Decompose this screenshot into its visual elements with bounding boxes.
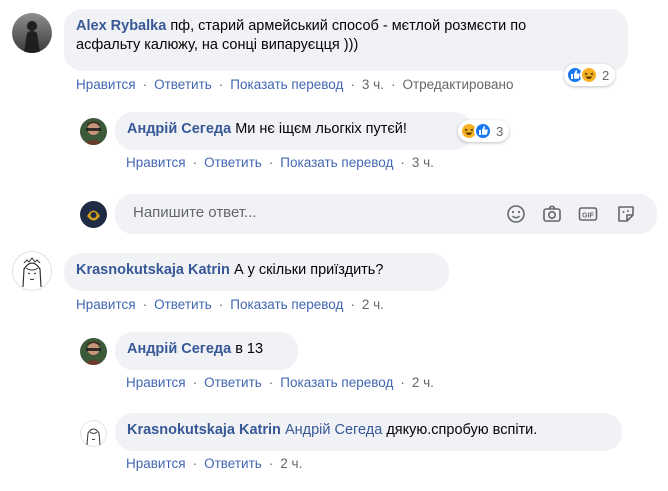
- comment-actions: Нравится · Ответить · Показать перевод · 3 ч.: [126, 155, 434, 170]
- like-button[interactable]: Нравится: [126, 155, 186, 170]
- reactions-summary[interactable]: 3: [458, 120, 510, 142]
- like-button[interactable]: Нравится: [76, 297, 136, 312]
- comment-author[interactable]: Krasnokutskaja Katrin: [76, 262, 230, 278]
- reply-button[interactable]: Ответить: [204, 456, 262, 471]
- comment-text: в 13: [235, 341, 264, 357]
- comment-bubble-katrin-reply: Krasnokutskaja Katrin Андрій Сегеда дяку…: [115, 413, 622, 451]
- comment-text: дякую.спробую вспіти.: [386, 422, 538, 438]
- like-button[interactable]: Нравится: [76, 77, 136, 92]
- avatar-krasnokutskaja-katrin[interactable]: [80, 420, 107, 447]
- edited-label[interactable]: Отредактировано: [402, 77, 513, 92]
- reply-button[interactable]: Ответить: [154, 77, 212, 92]
- mention-link[interactable]: Андрій Сегеда: [285, 422, 382, 438]
- comment-author[interactable]: Krasnokutskaja Katrin: [127, 422, 281, 438]
- translate-button[interactable]: Показать перевод: [230, 77, 343, 92]
- timestamp[interactable]: 3 ч.: [412, 155, 434, 170]
- reply-input[interactable]: Напишите ответ... GIF: [115, 194, 657, 234]
- like-reaction-icon: [474, 122, 492, 140]
- reply-placeholder: Напишите ответ...: [133, 204, 257, 221]
- comment-text: пф, старий армейський способ - мєтлой ро…: [170, 18, 527, 34]
- like-button[interactable]: Нравится: [126, 456, 186, 471]
- reply-button[interactable]: Ответить: [204, 155, 262, 170]
- comment-author[interactable]: Андрій Сегеда: [127, 341, 231, 357]
- avatar-krasnokutskaja-katrin[interactable]: [12, 251, 52, 291]
- translate-button[interactable]: Показать перевод: [280, 155, 393, 170]
- reply-button[interactable]: Ответить: [204, 375, 262, 390]
- comment-author[interactable]: Alex Rybalka: [76, 18, 166, 34]
- camera-icon[interactable]: [541, 203, 563, 225]
- avatar-alex-rybalka[interactable]: [12, 13, 52, 53]
- gif-icon[interactable]: GIF: [577, 203, 599, 225]
- comment-actions: Нравится · Ответить · Показать перевод · 2 ч.: [76, 297, 384, 312]
- timestamp[interactable]: 2 ч.: [362, 297, 384, 312]
- comment-text: А у скільки приїздить?: [233, 262, 384, 278]
- reactions-count: 2: [602, 67, 610, 83]
- reactions-summary[interactable]: 2: [564, 64, 616, 86]
- like-button[interactable]: Нравится: [126, 375, 186, 390]
- timestamp[interactable]: 3 ч.: [362, 77, 384, 92]
- timestamp[interactable]: 2 ч.: [280, 456, 302, 471]
- avatar-andrii-segeda[interactable]: [80, 338, 107, 365]
- avatar-andrii-segeda[interactable]: [80, 118, 107, 145]
- sticker-icon[interactable]: [615, 203, 637, 225]
- reply-button[interactable]: Ответить: [154, 297, 212, 312]
- timestamp[interactable]: 2 ч.: [412, 375, 434, 390]
- comment-text: асфальту калюжу, на сонці випаруєцця ))): [76, 37, 359, 53]
- translate-button[interactable]: Показать перевод: [230, 297, 343, 312]
- comment-text: Ми нє іщєм льогкіх путєй!: [235, 121, 407, 137]
- comment-bubble-andrii-1: Андрій Сегеда Ми нє іщєм льогкіх путєй!: [115, 112, 472, 150]
- comment-bubble-andrii-2: Андрій Сегеда в 13: [115, 332, 298, 370]
- comment-actions: Нравится · Ответить · Показать перевод · 3 ч. ·…: [76, 77, 514, 92]
- translate-button[interactable]: Показать перевод: [280, 375, 393, 390]
- svg-text:GIF: GIF: [582, 213, 594, 220]
- comment-author[interactable]: Андрій Сегеда: [127, 121, 231, 137]
- comment-bubble-alex: Alex Rybalka пф, старий армейський спосо…: [64, 9, 628, 71]
- comment-actions: Нравится · Ответить · 2 ч.: [126, 456, 303, 471]
- haha-reaction-icon: [580, 66, 598, 84]
- comment-actions: Нравится · Ответить · Показать перевод · 2 ч.: [126, 375, 434, 390]
- current-user-avatar: [80, 201, 107, 228]
- emoji-icon[interactable]: [505, 203, 527, 225]
- comment-bubble-katrin: Krasnokutskaja Katrin А у скільки приїзд…: [64, 253, 449, 291]
- reactions-count: 3: [496, 123, 504, 139]
